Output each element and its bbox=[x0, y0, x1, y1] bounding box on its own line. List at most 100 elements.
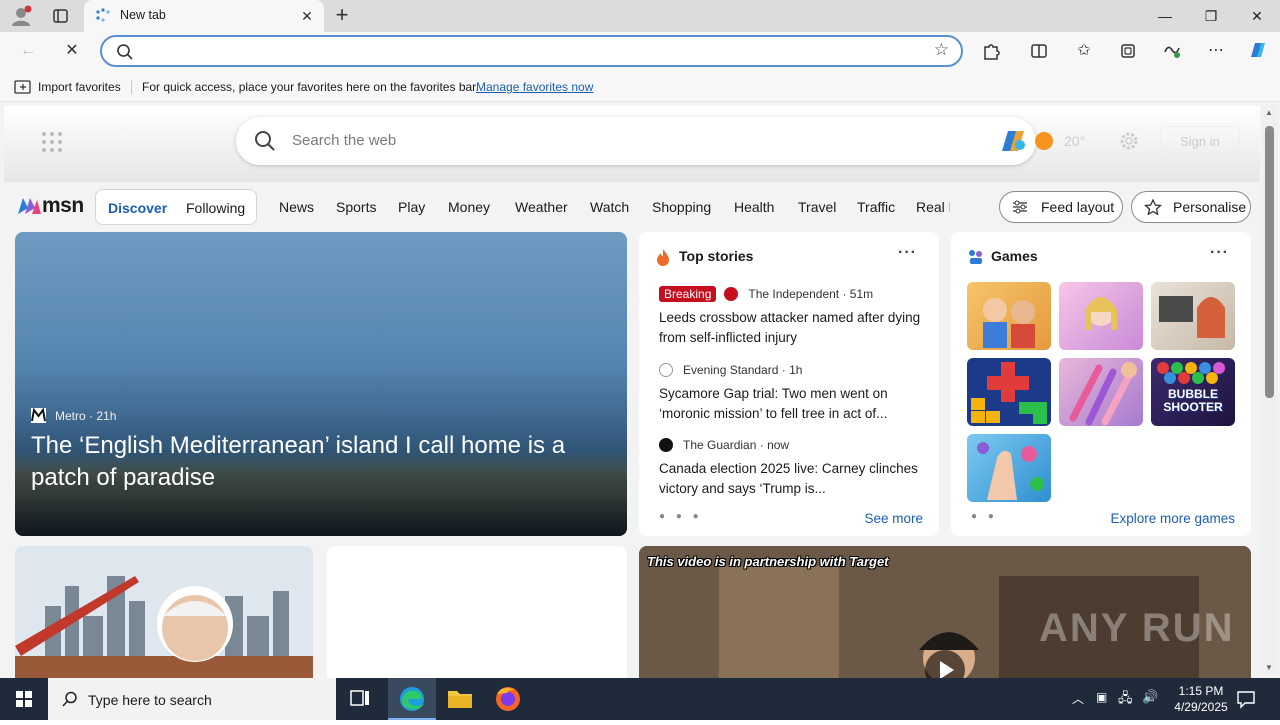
story-source: The Independent · 51m bbox=[748, 287, 874, 301]
game-tile[interactable]: BUBBLE SHOOTER bbox=[1151, 358, 1235, 426]
windows-start-icon[interactable] bbox=[0, 678, 48, 720]
tab-following[interactable]: Following bbox=[186, 200, 245, 216]
network-device-icon[interactable]: ▣ bbox=[1096, 690, 1107, 704]
nav-link-sports[interactable]: Sports bbox=[336, 199, 376, 215]
nav-link-real-estate[interactable]: Real E bbox=[916, 199, 950, 215]
scroll-up-icon[interactable]: ▲ bbox=[1265, 108, 1273, 117]
collections-icon[interactable] bbox=[1114, 37, 1142, 65]
close-window-icon[interactable]: ✕ bbox=[1234, 0, 1280, 32]
copilot-icon[interactable] bbox=[998, 127, 1028, 155]
tab-actions-icon[interactable] bbox=[46, 4, 74, 28]
video-card[interactable]: This video is in partnership with Target… bbox=[639, 546, 1251, 678]
explore-more-games-link[interactable]: Explore more games bbox=[1110, 511, 1235, 526]
story-item[interactable]: The Guardian · now Canada election 2025 … bbox=[659, 435, 921, 499]
the-guardian-icon bbox=[659, 438, 673, 452]
notifications-icon[interactable] bbox=[1236, 689, 1256, 709]
play-icon[interactable] bbox=[925, 650, 965, 678]
edge-taskbar-icon[interactable] bbox=[388, 678, 436, 720]
manage-favorites-link[interactable]: Manage favorites now bbox=[476, 80, 593, 94]
game-tile[interactable] bbox=[1151, 282, 1235, 350]
scroll-down-icon[interactable]: ▼ bbox=[1265, 663, 1273, 672]
game-tile[interactable] bbox=[967, 434, 1051, 502]
stop-loading-icon[interactable]: ✕ bbox=[58, 37, 86, 65]
profile-icon[interactable] bbox=[8, 4, 34, 28]
favorites-bar-message: For quick access, place your favorites h… bbox=[142, 80, 479, 94]
story-item[interactable]: Breaking The Independent · 51m Leeds cro… bbox=[659, 284, 921, 348]
story-item[interactable]: Evening Standard · 1h Sycamore Gap trial… bbox=[659, 360, 921, 424]
story-title[interactable]: Canada election 2025 live: Carney clinch… bbox=[659, 459, 921, 499]
back-icon[interactable]: ← bbox=[14, 37, 42, 65]
restore-icon[interactable]: ❐ bbox=[1188, 0, 1234, 32]
nav-link-play[interactable]: Play bbox=[398, 199, 425, 215]
file-explorer-icon[interactable] bbox=[436, 678, 484, 720]
personalise-star-icon bbox=[1144, 199, 1162, 215]
carousel-dots[interactable]: ● ● ● bbox=[659, 511, 703, 522]
scroll-thumb[interactable] bbox=[1265, 126, 1274, 398]
feed-layout-button[interactable]: Feed layout bbox=[999, 191, 1123, 223]
nav-link-weather[interactable]: Weather bbox=[515, 199, 568, 215]
game-tile[interactable] bbox=[1059, 358, 1143, 426]
nav-link-shopping[interactable]: Shopping bbox=[652, 199, 711, 215]
address-bar[interactable]: ☆ bbox=[100, 35, 963, 67]
nav-link-travel[interactable]: Travel bbox=[798, 199, 836, 215]
game-tile[interactable] bbox=[967, 282, 1051, 350]
clock-time: 1:15 PM bbox=[1178, 684, 1224, 698]
nav-link-money[interactable]: Money bbox=[448, 199, 490, 215]
show-hidden-icons[interactable]: ︿ bbox=[1072, 690, 1084, 707]
tab-title: New tab bbox=[120, 8, 166, 22]
metro-logo-icon bbox=[31, 407, 46, 423]
browser-essentials-icon[interactable] bbox=[1158, 37, 1186, 65]
news-card[interactable] bbox=[15, 546, 313, 678]
apps-grid-icon[interactable] bbox=[40, 130, 64, 154]
see-more-link[interactable]: See more bbox=[864, 511, 923, 526]
new-tab-page: Search the web 20° Sign in msn Discover … bbox=[0, 102, 1280, 678]
title-bar: New tab ✕ + — ❐ ✕ bbox=[0, 0, 1280, 32]
close-tab-icon[interactable]: ✕ bbox=[298, 7, 316, 25]
personalise-button[interactable]: Personalise bbox=[1131, 191, 1251, 223]
network-icon[interactable]: 🖧 bbox=[1118, 689, 1133, 711]
page-scrollbar[interactable]: ▲ ▼ bbox=[1262, 104, 1278, 676]
more-options-icon[interactable]: ⋯ bbox=[1202, 37, 1230, 65]
game-tile[interactable] bbox=[1059, 282, 1143, 350]
more-options-icon[interactable]: ··· bbox=[898, 244, 917, 262]
more-options-icon[interactable]: ··· bbox=[1210, 244, 1229, 262]
minimize-icon[interactable]: — bbox=[1142, 0, 1188, 32]
copilot-icon[interactable] bbox=[1244, 37, 1272, 65]
favorites-icon[interactable]: ✩ bbox=[1070, 37, 1098, 65]
import-favorites-button[interactable]: Import favorites bbox=[38, 80, 121, 94]
web-search-box[interactable]: Search the web bbox=[236, 117, 1036, 165]
story-title[interactable]: Sycamore Gap trial: Two men went on ‘mor… bbox=[659, 384, 921, 424]
weather-temperature[interactable]: 20° bbox=[1064, 133, 1085, 149]
msn-logo-icon[interactable] bbox=[16, 194, 42, 218]
sliders-icon bbox=[1013, 200, 1027, 214]
hero-story-card[interactable]: Metro · 21h The ‘English Mediterranean’ … bbox=[15, 232, 627, 536]
tab-discover[interactable]: Discover bbox=[108, 200, 167, 216]
top-stories-heading: Top stories bbox=[679, 248, 754, 264]
nav-link-watch[interactable]: Watch bbox=[590, 199, 629, 215]
tab-new-tab[interactable]: New tab ✕ bbox=[84, 0, 324, 32]
game-tile[interactable] bbox=[967, 358, 1051, 426]
split-screen-icon[interactable] bbox=[1025, 37, 1053, 65]
nav-link-news[interactable]: News bbox=[279, 199, 314, 215]
volume-icon[interactable]: 🔊 bbox=[1142, 689, 1158, 705]
extensions-icon[interactable] bbox=[977, 37, 1005, 65]
story-title[interactable]: Leeds crossbow attacker named after dyin… bbox=[659, 308, 921, 348]
settings-gear-icon[interactable] bbox=[1118, 130, 1140, 152]
nav-link-traffic[interactable]: Traffic bbox=[857, 199, 895, 215]
empty-card bbox=[327, 546, 627, 678]
hero-title[interactable]: The ‘English Mediterranean’ island I cal… bbox=[31, 430, 601, 494]
watermark: ANY RUN bbox=[1039, 606, 1235, 650]
favorite-star-icon[interactable]: ☆ bbox=[934, 40, 949, 60]
taskbar-search-box[interactable]: Type here to search bbox=[48, 678, 336, 720]
firefox-icon[interactable] bbox=[484, 678, 532, 720]
new-tab-button[interactable]: + bbox=[330, 4, 354, 28]
import-favorites-icon bbox=[14, 80, 31, 94]
task-view-icon[interactable] bbox=[336, 678, 384, 720]
clock-date: 4/29/2025 bbox=[1174, 700, 1228, 714]
carousel-dots[interactable]: ● ● bbox=[971, 511, 998, 522]
taskbar-search-placeholder: Type here to search bbox=[88, 692, 212, 708]
sign-in-button[interactable]: Sign in bbox=[1160, 126, 1240, 158]
msn-logo-text[interactable]: msn bbox=[42, 194, 84, 218]
nav-link-health[interactable]: Health bbox=[734, 199, 774, 215]
taskbar-clock[interactable]: 1:15 PM 4/29/2025 bbox=[1166, 683, 1236, 715]
